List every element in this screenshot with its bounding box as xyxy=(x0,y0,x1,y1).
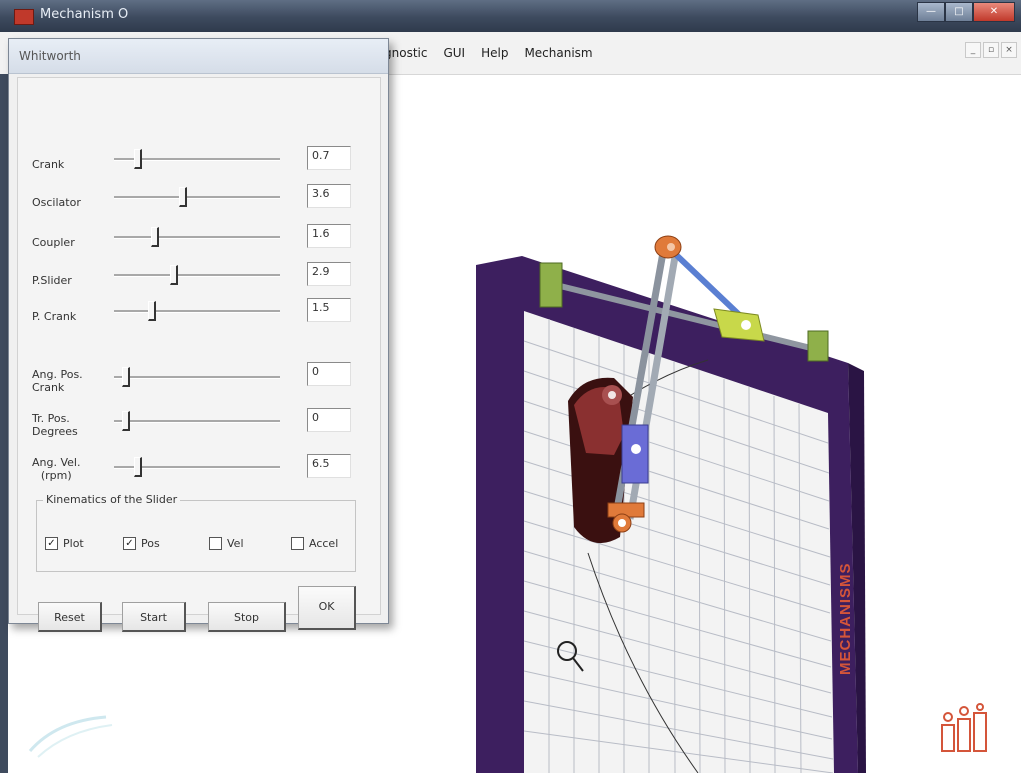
mdi-controls: _ ▫ × xyxy=(965,42,1017,58)
tr-pos-slider-control[interactable] xyxy=(114,410,280,431)
slider-label: P.Slider xyxy=(32,274,72,287)
checkbox-label: Accel xyxy=(309,537,339,550)
window-controls: — □ ✕ xyxy=(917,2,1015,22)
top-pivot-pin xyxy=(667,243,675,251)
dialog-body: Crank 0.7 Oscilator 3.6 Coupler 1.6 P.Sl… xyxy=(17,77,381,632)
oscilator-slider-control[interactable] xyxy=(114,186,280,207)
slider-thumb[interactable] xyxy=(151,227,159,247)
window-titlebar: Mechanism O — □ ✕ xyxy=(0,0,1021,32)
checkbox-box xyxy=(291,537,304,550)
reset-button[interactable]: Reset xyxy=(38,602,102,632)
tr-pos-value-field[interactable]: 0 xyxy=(307,408,351,432)
logo-icon xyxy=(941,703,987,752)
menu-item-mechanism[interactable]: Mechanism xyxy=(524,46,592,60)
p-slider-slider-control[interactable] xyxy=(114,264,280,285)
mdi-restore-button[interactable]: ▫ xyxy=(983,42,999,58)
slider-row-p-crank: P. Crank 1.5 xyxy=(18,296,378,336)
checkbox-label: Vel xyxy=(227,537,244,550)
slider-label: Ang. Vel. (rpm) xyxy=(32,456,81,482)
vel-checkbox[interactable]: Vel xyxy=(209,537,244,550)
slider-row-p-slider: P.Slider 2.9 xyxy=(18,260,378,300)
checkbox-box: ✓ xyxy=(123,537,136,550)
ang-vel-slider-control[interactable] xyxy=(114,456,280,477)
checkbox-label: Plot xyxy=(63,537,84,550)
zoom-icon[interactable] xyxy=(553,637,589,677)
ok-button[interactable]: OK xyxy=(298,586,356,630)
coupler-slider-control[interactable] xyxy=(114,226,280,247)
slider-block xyxy=(713,308,765,342)
accel-checkbox[interactable]: Accel xyxy=(291,537,338,550)
menu-item-gui[interactable]: GUI xyxy=(443,46,465,60)
start-button[interactable]: Start xyxy=(122,602,186,632)
minimize-button[interactable]: — xyxy=(917,2,945,22)
ang-pos-slider-control[interactable] xyxy=(114,366,280,387)
p-crank-slider-control[interactable] xyxy=(114,300,280,321)
watermark-icon xyxy=(28,715,113,758)
slider-label: Crank xyxy=(32,158,65,171)
dialog-titlebar: Whitworth xyxy=(9,39,388,74)
crank-slider-control[interactable] xyxy=(114,148,280,169)
slider-row-ang-pos: Ang. Pos. Crank 0 xyxy=(18,360,378,400)
slider-joint xyxy=(741,320,751,330)
menu-item-help[interactable]: Help xyxy=(481,46,508,60)
close-button[interactable]: ✕ xyxy=(973,2,1015,22)
pos-checkbox[interactable]: ✓ Pos xyxy=(123,537,160,550)
ang-pos-value-field[interactable]: 0 xyxy=(307,362,351,386)
oscilator-value-field[interactable]: 3.6 xyxy=(307,184,351,208)
slider-row-ang-vel: Ang. Vel. (rpm) 6.5 xyxy=(18,452,378,492)
ang-vel-value-field[interactable]: 6.5 xyxy=(307,454,351,478)
slider-row-crank: Crank 0.7 xyxy=(18,142,378,182)
rail-support-left xyxy=(539,262,563,308)
crank-slider-pin xyxy=(631,444,641,454)
checkbox-box xyxy=(209,537,222,550)
coupler-value-field[interactable]: 1.6 xyxy=(307,224,351,248)
rail-support-right xyxy=(807,330,829,362)
slider-row-tr-pos: Tr. Pos. Degrees 0 xyxy=(18,406,378,446)
crank-value-field[interactable]: 0.7 xyxy=(307,146,351,170)
slider-row-oscilator: Oscilator 3.6 xyxy=(18,182,378,222)
p-slider-value-field[interactable]: 2.9 xyxy=(307,262,351,286)
stop-button[interactable]: Stop xyxy=(208,602,286,632)
slider-thumb[interactable] xyxy=(134,457,142,477)
side-brand-text: MECHANISMS xyxy=(837,562,854,675)
whitworth-dialog: Whitworth Crank 0.7 Oscilator 3.6 Couple… xyxy=(8,38,389,632)
crank-slider xyxy=(621,424,649,484)
slider-thumb[interactable] xyxy=(179,187,187,207)
slider-label: P. Crank xyxy=(32,310,77,323)
slider-label: Coupler xyxy=(32,236,75,249)
maximize-button[interactable]: □ xyxy=(945,2,973,22)
mdi-minimize-button[interactable]: _ xyxy=(965,42,981,58)
crank-pivot-pin xyxy=(608,391,616,399)
kinematics-group-title: Kinematics of the Slider xyxy=(43,493,181,506)
slider-thumb[interactable] xyxy=(148,301,156,321)
slider-thumb[interactable] xyxy=(134,149,142,169)
slider-label: Tr. Pos. Degrees xyxy=(32,412,78,438)
app-icon xyxy=(14,9,34,25)
slider-thumb[interactable] xyxy=(122,411,130,431)
p-crank-value-field[interactable]: 1.5 xyxy=(307,298,351,322)
checkbox-label: Pos xyxy=(141,537,160,550)
dialog-title: Whitworth xyxy=(19,49,81,63)
menu-item-diagnostic[interactable]: gnostic xyxy=(384,46,427,60)
window-frame-left xyxy=(0,74,8,773)
bottom-pivot-pin xyxy=(618,519,626,527)
plot-checkbox[interactable]: ✓ Plot xyxy=(45,537,84,550)
slider-thumb[interactable] xyxy=(170,265,178,285)
slider-row-coupler: Coupler 1.6 xyxy=(18,222,378,262)
mdi-close-button[interactable]: × xyxy=(1001,42,1017,58)
kinematics-group: Kinematics of the Slider ✓ Plot ✓ Pos Ve… xyxy=(36,493,356,572)
slider-label: Ang. Pos. Crank xyxy=(32,368,83,394)
window-title: Mechanism O xyxy=(40,7,129,22)
slider-label: Oscilator xyxy=(32,196,81,209)
checkbox-box: ✓ xyxy=(45,537,58,550)
slider-thumb[interactable] xyxy=(122,367,130,387)
